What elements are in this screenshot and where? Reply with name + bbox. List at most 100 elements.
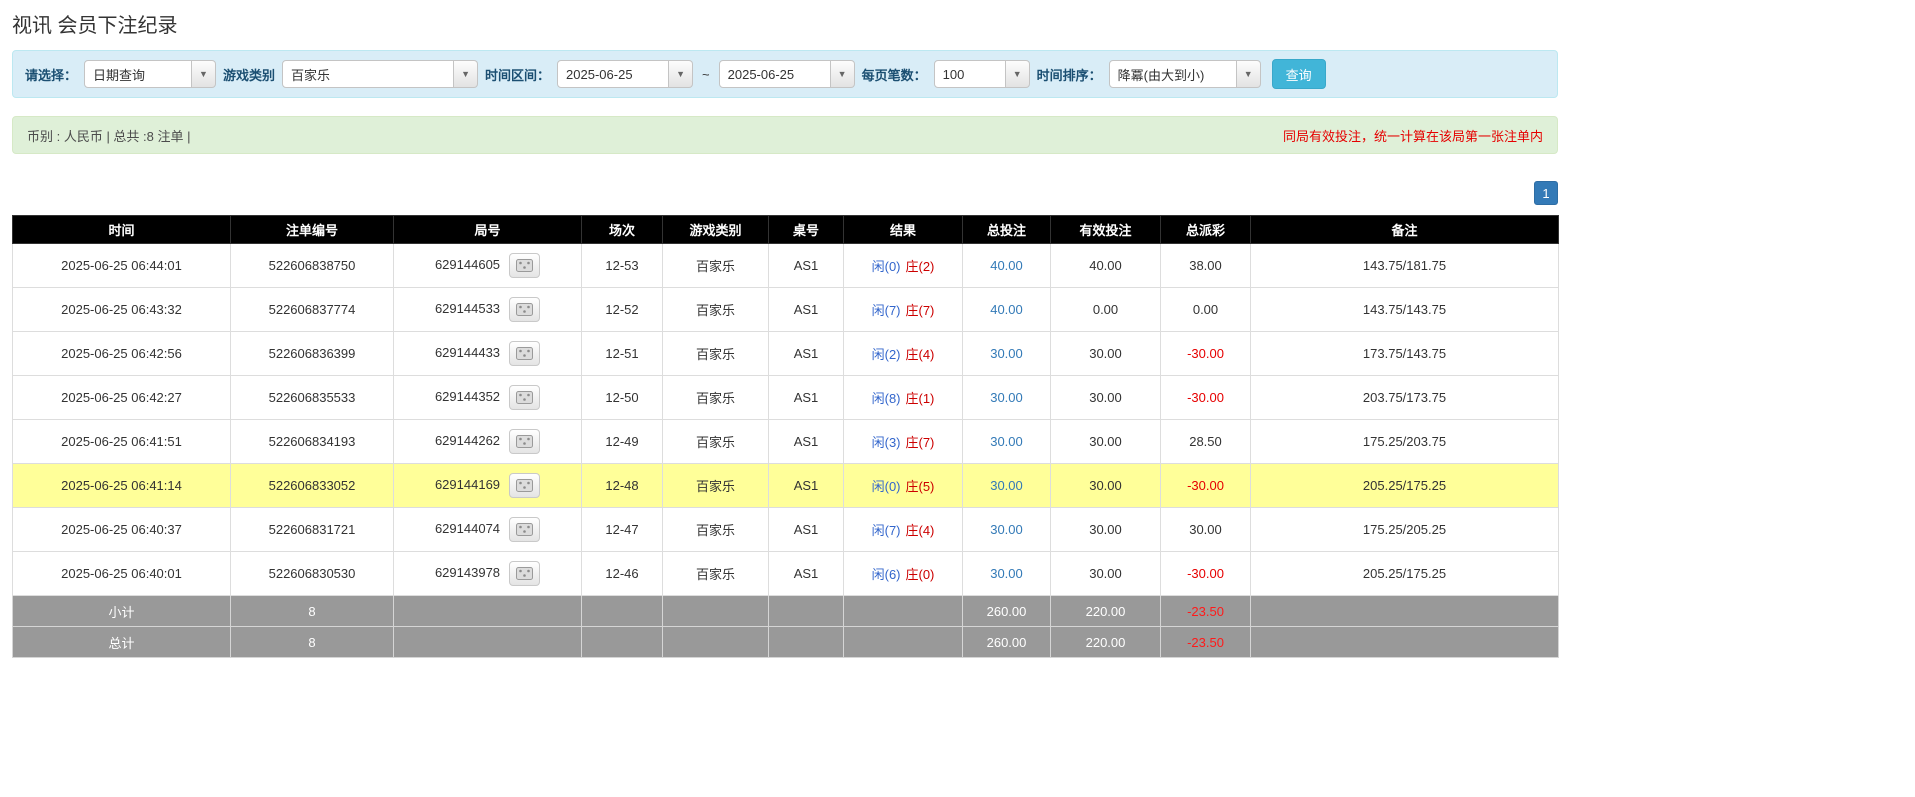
table-row: 2025-06-25 06:44:01 522606838750 6291446… bbox=[13, 244, 1559, 288]
total-bet-link[interactable]: 30.00 bbox=[990, 390, 1023, 405]
cell-payout: 30.00 bbox=[1161, 508, 1251, 552]
result-player: 闲(0) bbox=[872, 259, 901, 274]
cell-payout: -30.00 bbox=[1161, 376, 1251, 420]
total-valid-bet: 220.00 bbox=[1051, 627, 1161, 658]
header-round-id: 局号 bbox=[394, 216, 582, 244]
cell-table-no: AS1 bbox=[769, 288, 844, 332]
page-title: 视讯 会员下注纪录 bbox=[12, 0, 1558, 46]
chevron-down-icon[interactable]: ▼ bbox=[1237, 60, 1261, 88]
sort-order-combo[interactable]: 降冪(由大到小) ▼ bbox=[1109, 60, 1261, 88]
total-bet-link[interactable]: 30.00 bbox=[990, 522, 1023, 537]
video-replay-button[interactable] bbox=[509, 561, 540, 586]
cell-bet-id: 522606836399 bbox=[231, 332, 394, 376]
table-row: 2025-06-25 06:42:27 522606835533 6291443… bbox=[13, 376, 1559, 420]
result-player: 闲(8) bbox=[872, 391, 901, 406]
chevron-down-icon[interactable]: ▼ bbox=[831, 60, 855, 88]
cell-valid-bet: 30.00 bbox=[1051, 464, 1161, 508]
search-button[interactable]: 查询 bbox=[1272, 59, 1326, 89]
cell-bet-id: 522606834193 bbox=[231, 420, 394, 464]
cell-payout: 28.50 bbox=[1161, 420, 1251, 464]
cell-round-id: 629144533 bbox=[394, 288, 582, 332]
subtotal-total-bet: 260.00 bbox=[963, 596, 1051, 627]
cell-valid-bet: 30.00 bbox=[1051, 332, 1161, 376]
video-replay-button[interactable] bbox=[509, 297, 540, 322]
select-type-combo[interactable]: 日期查询 ▼ bbox=[84, 60, 216, 88]
page-size-combo[interactable]: 100 ▼ bbox=[934, 60, 1030, 88]
total-bet-link[interactable]: 30.00 bbox=[990, 434, 1023, 449]
total-total-bet: 260.00 bbox=[963, 627, 1051, 658]
total-bet-link[interactable]: 30.00 bbox=[990, 566, 1023, 581]
video-replay-button[interactable] bbox=[509, 341, 540, 366]
chevron-down-icon[interactable]: ▼ bbox=[454, 60, 478, 88]
sort-order-value: 降冪(由大到小) bbox=[1109, 60, 1237, 88]
cell-payout: -30.00 bbox=[1161, 332, 1251, 376]
dice-icon bbox=[516, 347, 533, 360]
cell-bet-id: 522606838750 bbox=[231, 244, 394, 288]
video-replay-button[interactable] bbox=[509, 429, 540, 454]
total-bet-link[interactable]: 30.00 bbox=[990, 346, 1023, 361]
dice-icon bbox=[516, 479, 533, 492]
game-type-label: 游戏类别 bbox=[223, 65, 275, 84]
video-replay-button[interactable] bbox=[509, 253, 540, 278]
cell-payout: -30.00 bbox=[1161, 552, 1251, 596]
chevron-down-icon[interactable]: ▼ bbox=[1006, 60, 1030, 88]
cell-game-type: 百家乐 bbox=[663, 508, 769, 552]
table-row: 2025-06-25 06:41:51 522606834193 6291442… bbox=[13, 420, 1559, 464]
result-banker: 庄(1) bbox=[906, 391, 935, 406]
video-replay-button[interactable] bbox=[509, 385, 540, 410]
summary-bar: 币别 : 人民币 | 总共 :8 注单 | 同局有效投注，统一计算在该局第一张注… bbox=[12, 116, 1558, 154]
table-header: 时间 注单编号 局号 场次 游戏类别 桌号 结果 总投注 有效投注 总派彩 备注 bbox=[13, 216, 1559, 244]
total-bet-link[interactable]: 30.00 bbox=[990, 478, 1023, 493]
total-bet-link[interactable]: 40.00 bbox=[990, 258, 1023, 273]
cell-result: 闲(3)庄(7) bbox=[844, 420, 963, 464]
video-replay-button[interactable] bbox=[509, 473, 540, 498]
cell-session: 12-48 bbox=[582, 464, 663, 508]
sort-order-label: 时间排序： bbox=[1037, 65, 1102, 84]
cell-valid-bet: 30.00 bbox=[1051, 508, 1161, 552]
table-row: 2025-06-25 06:43:32 522606837774 6291445… bbox=[13, 288, 1559, 332]
page-button-1[interactable]: 1 bbox=[1534, 181, 1558, 205]
cell-table-no: AS1 bbox=[769, 508, 844, 552]
table-body: 2025-06-25 06:44:01 522606838750 6291446… bbox=[13, 244, 1559, 596]
cell-note: 175.25/205.25 bbox=[1251, 508, 1559, 552]
range-separator: ~ bbox=[700, 67, 712, 82]
cell-round-id: 629144169 bbox=[394, 464, 582, 508]
cell-time: 2025-06-25 06:43:32 bbox=[13, 288, 231, 332]
table-row: 2025-06-25 06:40:01 522606830530 6291439… bbox=[13, 552, 1559, 596]
header-bet-id: 注单编号 bbox=[231, 216, 394, 244]
page-size-value: 100 bbox=[934, 60, 1006, 88]
date-to-combo[interactable]: 2025-06-25 ▼ bbox=[719, 60, 855, 88]
select-type-value: 日期查询 bbox=[84, 60, 192, 88]
result-player: 闲(2) bbox=[872, 347, 901, 362]
date-from-combo[interactable]: 2025-06-25 ▼ bbox=[557, 60, 693, 88]
subtotal-row: 小计 8 260.00 220.00 -23.50 bbox=[13, 596, 1559, 627]
result-player: 闲(0) bbox=[872, 479, 901, 494]
chevron-down-icon[interactable]: ▼ bbox=[192, 60, 216, 88]
date-from-value: 2025-06-25 bbox=[557, 60, 669, 88]
total-label: 总计 bbox=[13, 627, 231, 658]
cell-note: 173.75/143.75 bbox=[1251, 332, 1559, 376]
chevron-down-icon[interactable]: ▼ bbox=[669, 60, 693, 88]
cell-time: 2025-06-25 06:40:37 bbox=[13, 508, 231, 552]
time-range-label: 时间区间： bbox=[485, 65, 550, 84]
cell-round-id: 629144352 bbox=[394, 376, 582, 420]
cell-time: 2025-06-25 06:41:14 bbox=[13, 464, 231, 508]
header-result: 结果 bbox=[844, 216, 963, 244]
date-to-value: 2025-06-25 bbox=[719, 60, 831, 88]
main-container: 视讯 会员下注纪录 请选择： 日期查询 ▼ 游戏类别 百家乐 ▼ 时间区间： 2… bbox=[12, 0, 1558, 658]
cell-bet-id: 522606831721 bbox=[231, 508, 394, 552]
cell-note: 203.75/173.75 bbox=[1251, 376, 1559, 420]
total-bet-link[interactable]: 40.00 bbox=[990, 302, 1023, 317]
round-id-text: 629144533 bbox=[435, 301, 500, 316]
result-banker: 庄(4) bbox=[906, 347, 935, 362]
cell-round-id: 629144433 bbox=[394, 332, 582, 376]
bet-records-table: 时间 注单编号 局号 场次 游戏类别 桌号 结果 总投注 有效投注 总派彩 备注… bbox=[12, 215, 1559, 658]
subtotal-payout: -23.50 bbox=[1161, 596, 1251, 627]
cell-session: 12-52 bbox=[582, 288, 663, 332]
cell-time: 2025-06-25 06:40:01 bbox=[13, 552, 231, 596]
video-replay-button[interactable] bbox=[509, 517, 540, 542]
cell-total-bet: 30.00 bbox=[963, 464, 1051, 508]
filter-bar: 请选择： 日期查询 ▼ 游戏类别 百家乐 ▼ 时间区间： 2025-06-25 … bbox=[12, 50, 1558, 98]
game-type-combo[interactable]: 百家乐 ▼ bbox=[282, 60, 478, 88]
cell-total-bet: 30.00 bbox=[963, 332, 1051, 376]
